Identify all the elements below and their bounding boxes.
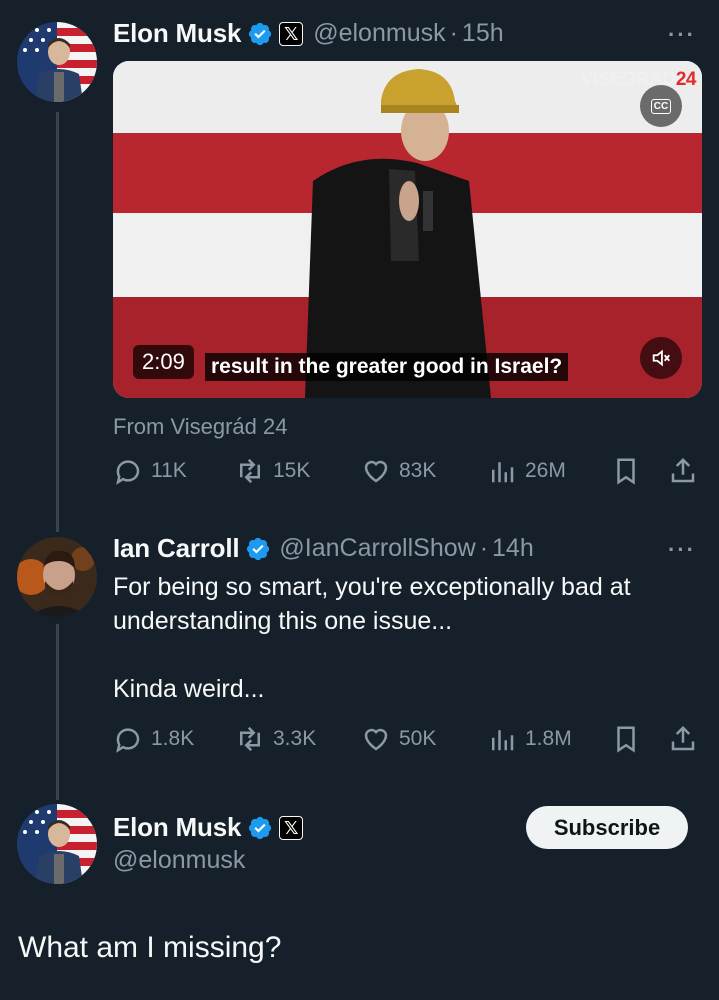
avatar[interactable] xyxy=(17,804,97,884)
verified-badge-icon xyxy=(247,537,270,560)
avatar[interactable] xyxy=(17,22,97,102)
reply-icon xyxy=(116,460,140,485)
reply-count: 1.8K xyxy=(151,727,195,750)
video-player[interactable]: VISEGRAD24 CC 2:09 result in the greater… xyxy=(113,61,702,398)
bookmark-icon xyxy=(617,726,635,753)
tweet-text-line: understanding this one issue... xyxy=(113,607,453,635)
author-handle[interactable]: @elonmusk xyxy=(313,19,445,48)
action-bar: 11K 15K 83K 26M xyxy=(113,456,703,490)
author-name[interactable]: Elon Musk xyxy=(113,18,241,49)
share-icon xyxy=(671,725,695,751)
tweet-text-line: Kinda weird... xyxy=(113,675,265,703)
verified-badge-icon xyxy=(249,22,272,45)
more-options-icon[interactable]: ··· xyxy=(668,22,696,48)
repost-icon xyxy=(240,458,260,484)
separator-dot: · xyxy=(479,534,489,562)
more-options-icon[interactable]: ··· xyxy=(668,537,696,563)
captions-button[interactable]: CC xyxy=(640,85,682,127)
media-source[interactable]: From Visegrád 24 xyxy=(113,414,287,440)
x-affiliate-icon: 𝕏 xyxy=(279,21,304,46)
tweet-header: Elon Musk 𝕏 @elonmusk · 15h xyxy=(113,18,504,49)
reply-icon xyxy=(116,728,140,753)
separator-dot: · xyxy=(449,19,458,47)
action-bar: 1.8K 3.3K 50K 1.8M xyxy=(113,724,703,758)
views-icon xyxy=(492,730,514,751)
author-name[interactable]: Elon Musk xyxy=(113,812,241,843)
like-count: 50K xyxy=(399,727,437,750)
repost-count: 15K xyxy=(273,459,311,482)
bookmark-button[interactable] xyxy=(611,456,641,486)
tweet-header: Ian Carroll @IanCarrollShow · 14h xyxy=(113,533,534,564)
repost-button[interactable]: 15K xyxy=(235,456,310,486)
like-button[interactable]: 50K xyxy=(361,724,436,754)
subscribe-button[interactable]: Subscribe xyxy=(526,806,688,849)
tweet-text: For being so smart, you're exceptionally… xyxy=(113,570,631,706)
video-caption: result in the greater good in Israel? xyxy=(205,353,569,381)
view-count: 1.8M xyxy=(525,727,572,750)
tweet-time[interactable]: 15h xyxy=(462,19,504,48)
bookmark-button[interactable] xyxy=(611,724,641,754)
cc-icon: CC xyxy=(650,98,672,114)
tweet-header: Elon Musk 𝕏 xyxy=(113,812,304,843)
repost-button[interactable]: 3.3K xyxy=(235,724,316,754)
reply-count: 11K xyxy=(151,459,187,482)
heart-icon xyxy=(364,460,388,483)
channel-watermark: VISEGRAD24 xyxy=(580,69,697,90)
heart-icon xyxy=(364,728,388,751)
avatar[interactable] xyxy=(17,537,97,617)
views-icon xyxy=(492,462,514,483)
thread-line xyxy=(56,624,59,800)
view-count: 26M xyxy=(525,459,566,482)
like-count: 83K xyxy=(399,459,437,482)
repost-icon xyxy=(240,726,260,752)
video-frame xyxy=(113,61,702,398)
reply-button[interactable]: 11K xyxy=(113,456,187,486)
like-button[interactable]: 83K xyxy=(361,456,436,486)
mute-button[interactable] xyxy=(640,337,682,379)
views-button[interactable]: 1.8M xyxy=(487,724,572,754)
views-button[interactable]: 26M xyxy=(487,456,566,486)
reply-button[interactable]: 1.8K xyxy=(113,724,194,754)
tweet-time[interactable]: 14h xyxy=(492,534,534,563)
x-affiliate-icon: 𝕏 xyxy=(279,815,304,840)
share-icon xyxy=(671,457,695,483)
author-name[interactable]: Ian Carroll xyxy=(113,533,240,564)
author-handle[interactable]: @IanCarrollShow xyxy=(279,534,475,563)
tweet-text: What am I missing? xyxy=(18,931,282,964)
author-handle[interactable]: @elonmusk xyxy=(113,846,245,875)
thread-line xyxy=(56,112,59,532)
share-button[interactable] xyxy=(668,456,698,486)
tweet-text-line: For being so smart, you're exceptionally… xyxy=(113,573,631,601)
video-duration: 2:09 xyxy=(133,345,194,379)
mute-icon xyxy=(652,349,670,367)
share-button[interactable] xyxy=(668,724,698,754)
repost-count: 3.3K xyxy=(273,727,317,750)
bookmark-icon xyxy=(617,458,635,485)
verified-badge-icon xyxy=(249,816,272,839)
